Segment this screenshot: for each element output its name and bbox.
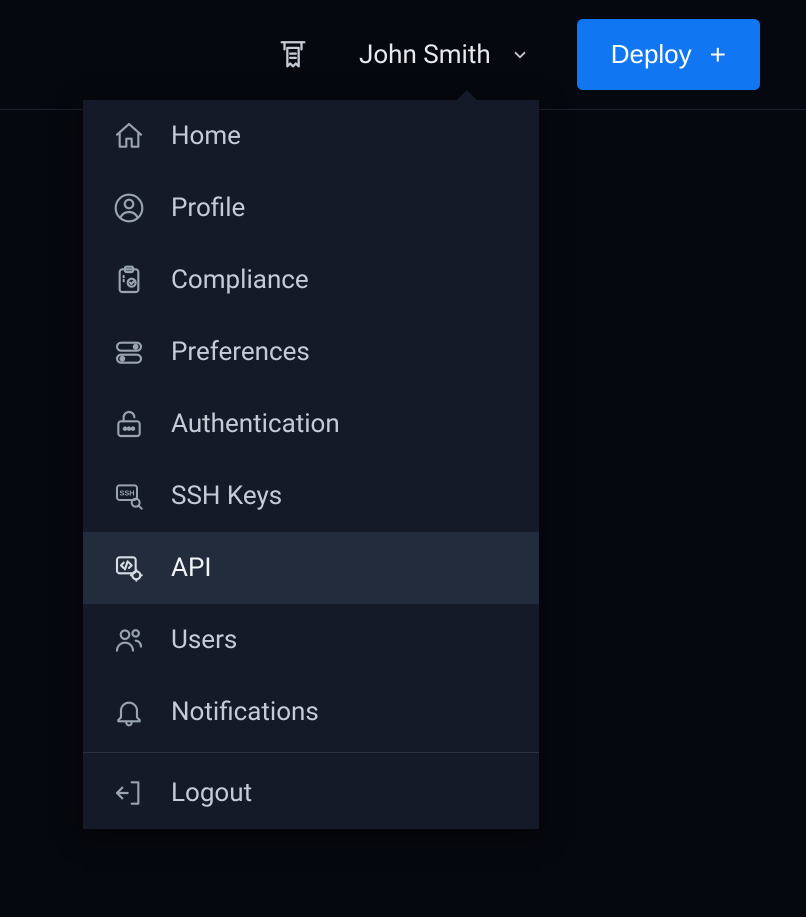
menu-item-label: Home [171,121,241,151]
menu-item-preferences[interactable]: Preferences [83,316,539,388]
compliance-icon [111,262,147,298]
user-dropdown: Home Profile Compliance Preferences [83,100,539,829]
api-icon [111,550,147,586]
chevron-down-icon [511,46,529,64]
menu-item-label: Authentication [171,409,340,439]
logout-icon [111,775,147,811]
menu-item-authentication[interactable]: Authentication [83,388,539,460]
deploy-button-label: Deploy [611,39,692,70]
authentication-icon [111,406,147,442]
menu-item-label: Logout [171,778,252,808]
menu-item-label: Users [171,625,237,655]
menu-item-notifications[interactable]: Notifications [83,676,539,748]
user-name-label: John Smith [359,40,491,70]
menu-divider [83,752,539,753]
menu-item-users[interactable]: Users [83,604,539,676]
menu-item-home[interactable]: Home [83,100,539,172]
menu-item-label: Compliance [171,265,309,295]
menu-item-profile[interactable]: Profile [83,172,539,244]
topbar: John Smith Deploy + [0,0,806,110]
menu-item-ssh-keys[interactable]: SSH SSH Keys [83,460,539,532]
menu-item-label: Preferences [171,337,310,367]
profile-icon [111,190,147,226]
svg-text:SSH: SSH [119,488,134,497]
menu-item-compliance[interactable]: Compliance [83,244,539,316]
user-menu-trigger[interactable]: John Smith [359,40,529,70]
menu-item-label: API [171,553,211,583]
ssh-keys-icon: SSH [111,478,147,514]
deploy-button[interactable]: Deploy + [577,19,760,90]
users-icon [111,622,147,658]
menu-item-api[interactable]: API [83,532,539,604]
menu-item-logout[interactable]: Logout [83,757,539,829]
home-icon [111,118,147,154]
preferences-icon [111,334,147,370]
menu-item-label: SSH Keys [171,481,282,511]
menu-item-label: Profile [171,193,245,223]
menu-item-label: Notifications [171,697,319,727]
receipt-icon[interactable] [275,37,311,73]
plus-icon: + [710,41,726,69]
notifications-icon [111,694,147,730]
